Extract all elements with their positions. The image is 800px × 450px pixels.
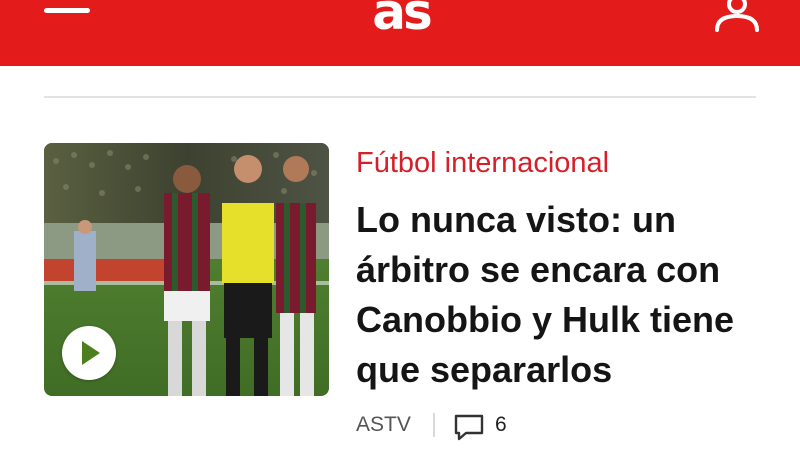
comment-bubble-icon	[454, 414, 484, 441]
header-divider	[44, 96, 756, 98]
play-button[interactable]	[62, 326, 116, 380]
top-bar: as	[0, 0, 800, 66]
article-source[interactable]: ASTV	[356, 409, 411, 441]
section-label[interactable]: Fútbol internacional	[356, 145, 609, 181]
article-video-thumbnail[interactable]	[44, 143, 329, 396]
as-logo[interactable]: as	[346, 0, 456, 38]
comments-link[interactable]: 6	[453, 409, 523, 441]
meta-divider	[433, 413, 435, 437]
user-account-button[interactable]	[712, 0, 762, 34]
user-account-icon	[715, 0, 759, 32]
hamburger-menu-icon	[44, 8, 90, 13]
article-headline[interactable]: Lo nunca visto: un árbitro se encara con…	[356, 195, 756, 395]
menu-button[interactable]	[44, 0, 90, 26]
comment-count: 6	[495, 413, 507, 436]
play-icon	[82, 341, 100, 365]
news-article-card[interactable]: Fútbol internacional Lo nunca visto: un …	[44, 143, 756, 443]
